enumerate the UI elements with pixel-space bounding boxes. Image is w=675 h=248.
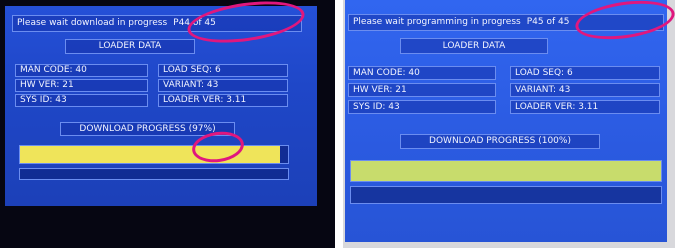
right-hw-ver: HW VER: 21 [348, 83, 496, 97]
right-variant: VARIANT: 43 [510, 83, 660, 97]
right-loader-title: LOADER DATA [400, 38, 548, 54]
left-load-seq: LOAD SEQ: 6 [158, 64, 288, 77]
left-empty-bar [19, 168, 289, 180]
left-status-text: Please wait download in progress [17, 18, 168, 28]
left-sys-id: SYS ID: 43 [15, 94, 148, 107]
left-screen-photo: Please wait download in progress P44 of … [0, 0, 335, 248]
left-progress-bar [19, 145, 289, 164]
right-man-code: MAN CODE: 40 [348, 66, 496, 80]
left-loader-title: LOADER DATA [65, 39, 195, 54]
right-progress-label: DOWNLOAD PROGRESS (100%) [400, 134, 600, 149]
left-hw-ver: HW VER: 21 [15, 79, 148, 92]
right-screen-photo: Please wait programming in progress P45 … [343, 0, 675, 248]
right-empty-bar [350, 186, 662, 204]
right-sys-id: SYS ID: 43 [348, 100, 496, 114]
right-progress-bar [350, 160, 662, 182]
left-man-code: MAN CODE: 40 [15, 64, 148, 77]
left-variant: VARIANT: 43 [158, 79, 288, 92]
right-loader-ver: LOADER VER: 3.11 [510, 100, 660, 114]
right-status-text: Please wait programming in progress [353, 17, 521, 27]
right-progress-fill [351, 161, 661, 181]
left-loader-ver: LOADER VER: 3.11 [158, 94, 288, 107]
right-page-indicator: P45 of 45 [526, 17, 570, 27]
right-load-seq: LOAD SEQ: 6 [510, 66, 660, 80]
